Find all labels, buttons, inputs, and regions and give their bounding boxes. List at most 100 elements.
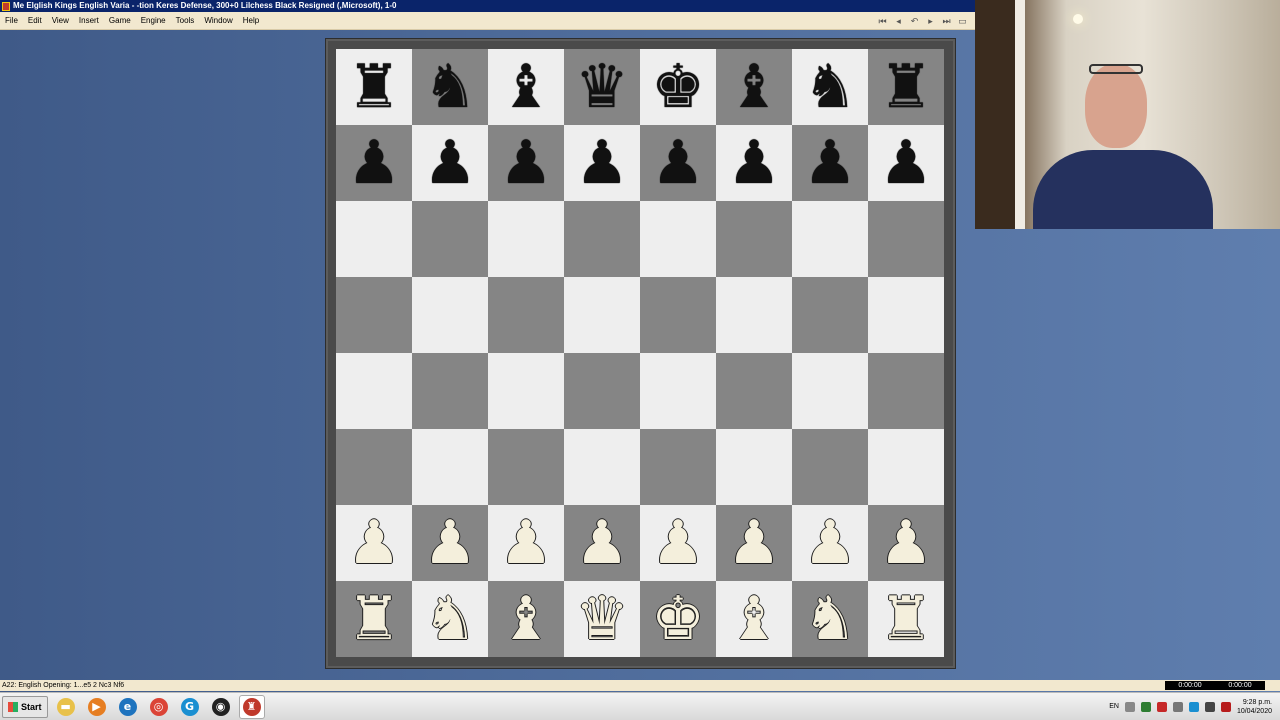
square-e2[interactable]: ♟ [640,505,716,581]
square-g3[interactable] [792,429,868,505]
media-player-taskbar-button[interactable]: ▶ [84,695,110,719]
network-icon[interactable] [1140,701,1151,712]
black-king-piece[interactable]: ♚ [651,57,705,117]
white-king-piece[interactable]: ♚ [651,589,705,649]
square-d6[interactable] [564,201,640,277]
square-b7[interactable]: ♟ [412,125,488,201]
square-g2[interactable]: ♟ [792,505,868,581]
g-app-taskbar-button[interactable]: G [177,695,203,719]
square-e6[interactable] [640,201,716,277]
square-b6[interactable] [412,201,488,277]
black-pawn-piece[interactable]: ♟ [575,133,629,193]
square-a2[interactable]: ♟ [336,505,412,581]
black-pawn-piece[interactable]: ♟ [879,133,933,193]
white-rook-piece[interactable]: ♜ [879,589,933,649]
black-bishop-piece[interactable]: ♝ [727,57,781,117]
square-d2[interactable]: ♟ [564,505,640,581]
security-icon[interactable] [1156,701,1167,712]
square-f2[interactable]: ♟ [716,505,792,581]
square-d7[interactable]: ♟ [564,125,640,201]
menu-window[interactable]: Window [199,16,237,25]
menu-file[interactable]: File [0,16,23,25]
square-h1[interactable]: ♜ [868,581,944,657]
square-c2[interactable]: ♟ [488,505,564,581]
square-a6[interactable] [336,201,412,277]
square-a8[interactable]: ♜ [336,49,412,125]
square-h3[interactable] [868,429,944,505]
black-rook-piece[interactable]: ♜ [347,57,401,117]
square-d1[interactable]: ♛ [564,581,640,657]
white-rook-piece[interactable]: ♜ [347,589,401,649]
black-pawn-piece[interactable]: ♟ [347,133,401,193]
square-f4[interactable] [716,353,792,429]
flag-icon[interactable] [1124,701,1135,712]
white-queen-piece[interactable]: ♛ [575,589,629,649]
square-e7[interactable]: ♟ [640,125,716,201]
black-pawn-piece[interactable]: ♟ [423,133,477,193]
square-g1[interactable]: ♞ [792,581,868,657]
white-knight-piece[interactable]: ♞ [803,589,857,649]
white-pawn-piece[interactable]: ♟ [347,513,401,573]
black-pawn-piece[interactable]: ♟ [803,133,857,193]
square-g4[interactable] [792,353,868,429]
square-f3[interactable] [716,429,792,505]
black-queen-piece[interactable]: ♛ [575,57,629,117]
chrome-taskbar-button[interactable]: ◎ [146,695,172,719]
square-b2[interactable]: ♟ [412,505,488,581]
square-b1[interactable]: ♞ [412,581,488,657]
last-move-icon[interactable]: ⏭ [940,15,953,27]
square-a3[interactable] [336,429,412,505]
square-d5[interactable] [564,277,640,353]
square-d8[interactable]: ♛ [564,49,640,125]
square-c6[interactable] [488,201,564,277]
black-bishop-piece[interactable]: ♝ [499,57,553,117]
menu-help[interactable]: Help [238,16,264,25]
white-bishop-piece[interactable]: ♝ [727,589,781,649]
white-pawn-piece[interactable]: ♟ [575,513,629,573]
square-c7[interactable]: ♟ [488,125,564,201]
square-c1[interactable]: ♝ [488,581,564,657]
square-f5[interactable] [716,277,792,353]
menu-tools[interactable]: Tools [171,16,200,25]
file-explorer-taskbar-button[interactable]: ▬ [53,695,79,719]
white-pawn-piece[interactable]: ♟ [879,513,933,573]
white-pawn-piece[interactable]: ♟ [423,513,477,573]
square-g7[interactable]: ♟ [792,125,868,201]
tray-clock[interactable]: 9:28 p.m. 10/04/2020 [1237,698,1272,716]
menu-game[interactable]: Game [104,16,136,25]
square-a4[interactable] [336,353,412,429]
square-d4[interactable] [564,353,640,429]
black-knight-piece[interactable]: ♞ [803,57,857,117]
black-knight-piece[interactable]: ♞ [423,57,477,117]
menu-insert[interactable]: Insert [74,16,104,25]
white-pawn-piece[interactable]: ♟ [499,513,553,573]
take-back-icon[interactable]: ↶ [908,15,921,27]
white-pawn-piece[interactable]: ♟ [803,513,857,573]
square-f1[interactable]: ♝ [716,581,792,657]
chess-app-taskbar-button[interactable]: ♜ [238,694,265,719]
square-h6[interactable] [868,201,944,277]
chess-board[interactable]: ♜ ♞ ♝ ♛ ♚ ♝ ♞ ♜ ♟ ♟ ♟ ♟ ♟ ♟ ♟ ♟ ♟ ♟ ♟ ♟ ♟ ♟ ♟ ♟ ♜ ♞ ♝ ♛ ♚ ♝ ♞ ♜ [336,49,944,657]
sync-icon[interactable] [1188,701,1199,712]
next-move-icon[interactable]: ▸ [924,15,937,27]
obs-taskbar-button[interactable]: ◉ [208,695,234,719]
black-pawn-piece[interactable]: ♟ [727,133,781,193]
folder-icon[interactable]: ▭ [956,15,969,27]
square-b8[interactable]: ♞ [412,49,488,125]
square-a5[interactable] [336,277,412,353]
square-f7[interactable]: ♟ [716,125,792,201]
white-pawn-piece[interactable]: ♟ [651,513,705,573]
white-knight-piece[interactable]: ♞ [423,589,477,649]
square-e1[interactable]: ♚ [640,581,716,657]
square-c8[interactable]: ♝ [488,49,564,125]
square-e4[interactable] [640,353,716,429]
menu-edit[interactable]: Edit [23,16,47,25]
square-f8[interactable]: ♝ [716,49,792,125]
menu-engine[interactable]: Engine [136,16,171,25]
square-a7[interactable]: ♟ [336,125,412,201]
white-bishop-piece[interactable]: ♝ [499,589,553,649]
square-b5[interactable] [412,277,488,353]
square-g5[interactable] [792,277,868,353]
record-icon[interactable] [1220,701,1231,712]
square-g6[interactable] [792,201,868,277]
